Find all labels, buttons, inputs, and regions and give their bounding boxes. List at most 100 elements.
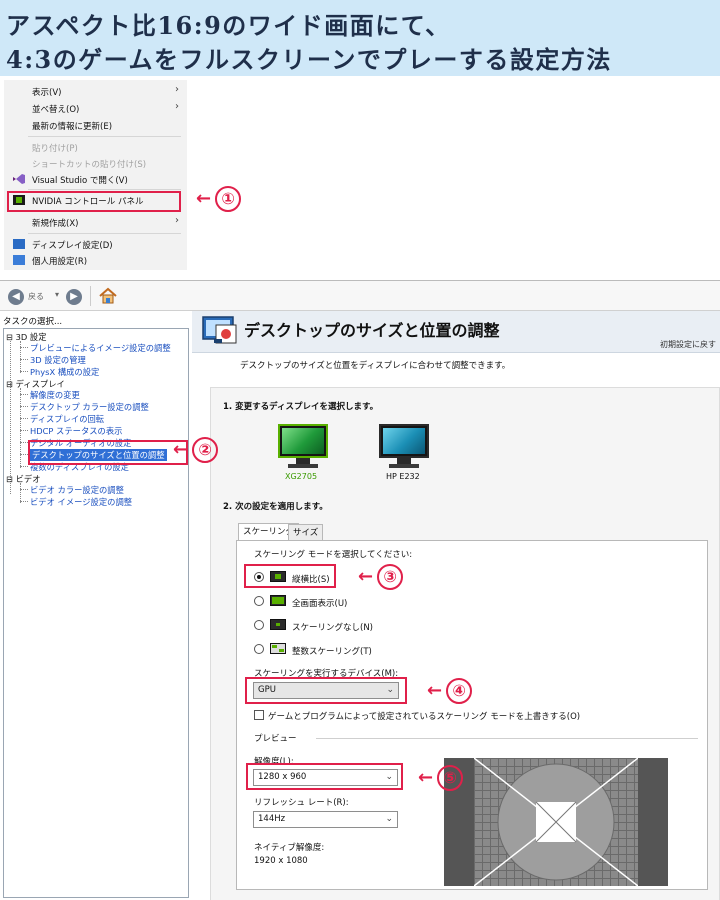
highlight-box-1 [7,191,181,212]
menu-item-refresh[interactable]: 最新の情報に更新(E) [32,120,112,132]
scaling-preview-image [444,758,668,886]
label-full-screen[interactable]: 全画面表示(U) [292,597,347,609]
display-settings-icon [13,239,25,249]
banner-title-line-2: 4:3のゲームをフルスクリーンでプレーする設定方法 [6,45,612,74]
callout-arrow-icon: ← [173,439,189,460]
label-no-scaling[interactable]: スケーリングなし(N) [292,621,373,633]
personalize-icon [13,255,25,265]
menu-item-display-settings[interactable]: ディスプレイ設定(D) [32,239,113,251]
restore-defaults-link[interactable]: 初期設定に戻す [660,339,716,350]
monitor-base [288,464,318,468]
section-select-display: 1. 変更するディスプレイを選択します。 [223,402,379,412]
override-scaling-checkbox[interactable] [254,710,264,720]
integer-scaling-icon-mark [279,649,284,652]
toolbar-separator [90,286,91,306]
back-label[interactable]: 戻る [28,291,44,302]
tree-item-desktop-color[interactable]: デスクトップ カラー設定の調整 [30,401,149,413]
callout-number: ⑤ [437,765,464,791]
tree-line [20,406,28,407]
home-icon[interactable] [98,286,118,306]
callout-4: ← ④ [427,678,473,704]
full-screen-icon-mark [272,597,284,604]
monitor-base [389,464,419,468]
tree-item-rotate[interactable]: ディスプレイの回転 [30,413,104,425]
refresh-rate-label: リフレッシュ レート(R): [254,798,349,808]
monitor-label-hp-e232[interactable]: HP E232 [386,472,420,481]
callout-5: ← ⑤ [418,765,464,791]
highlight-box-5 [246,763,403,790]
submenu-arrow-icon: › [175,215,179,226]
preview-right-bar [638,758,668,886]
native-resolution-label: ネイティブ解像度: [254,843,325,853]
tree-item-preview-image[interactable]: プレビューによるイメージ設定の調整 [30,342,171,354]
menu-item-open-visual-studio[interactable]: Visual Studio で開く(V) [32,174,128,186]
page-title: デスクトップのサイズと位置の調整 [244,321,500,340]
monitor-label-xg2705[interactable]: XG2705 [285,472,317,481]
full-screen-icon [270,595,286,606]
tree-item-video-color[interactable]: ビデオ カラー設定の調整 [30,484,124,496]
menu-separator [28,233,181,234]
menu-item-new[interactable]: 新規作成(X) [32,217,78,229]
tree-line [20,341,21,373]
monitor-screen-fill [383,428,425,454]
preview-test-pattern [474,758,638,886]
chevron-down-icon: ⌄ [385,814,393,824]
radio-no-scaling[interactable] [254,620,264,630]
radio-integer-scaling[interactable] [254,644,264,654]
monitor-hp-e232[interactable] [379,424,429,468]
callout-arrow-icon: ← [196,188,212,209]
tree-line [20,442,28,443]
desktop-size-icon [202,315,238,347]
banner-title-line-1: アスペクト比16:9のワイド画面にて、 [6,11,451,40]
callout-number: ④ [446,678,473,704]
tree-item-3d-manage[interactable]: 3D 設定の管理 [30,354,86,366]
submenu-arrow-icon: › [175,101,179,112]
tree-item-resolution[interactable]: 解像度の変更 [30,389,80,401]
menu-item-personalize[interactable]: 個人用設定(R) [32,255,87,267]
no-scaling-icon-mark [276,623,280,626]
refresh-rate-value: 144Hz [258,814,286,824]
menu-item-view[interactable]: 表示(V) [32,86,61,98]
radio-full-screen[interactable] [254,596,264,606]
tree-line [20,394,28,395]
highlight-box-4 [245,677,407,704]
task-pane: タスクの選択... ⊟ 3D 設定 プレビューによるイメージ設定の調整 3D 設… [0,311,192,900]
highlight-box-2 [28,440,188,465]
callout-3: ← ③ [358,564,404,590]
tree-line [20,430,28,431]
page-header: デスクトップのサイズと位置の調整 初期設定に戻す [192,311,720,353]
menu-separator [28,189,181,190]
task-pane-header: タスクの選択... [3,317,63,327]
integer-scaling-icon-mark [272,645,277,648]
tree-line [20,418,28,419]
tree-item-hdcp[interactable]: HDCP ステータスの表示 [30,425,122,437]
tab-size[interactable]: サイズ [288,524,324,541]
tree-line [20,359,28,360]
menu-item-sort[interactable]: 並べ替え(O) [32,103,79,115]
desktop-context-menu: 表示(V) › 並べ替え(O) › 最新の情報に更新(E) 貼り付け(P) ショ… [4,80,187,270]
tree-line [10,341,11,494]
callout-number: ② [192,437,219,463]
toolbar: ◀ 戻る ▾ ▶ [0,281,720,311]
menu-separator [28,136,181,137]
callout-arrow-icon: ← [358,566,374,587]
dropdown-arrow-icon[interactable]: ▾ [55,290,59,299]
tree-line [20,454,28,455]
tree-line [20,466,28,467]
monitor-xg2705[interactable] [278,424,328,468]
scaling-mode-prompt: スケーリング モードを選択してください: [254,550,413,560]
callout-number: ③ [377,564,404,590]
native-resolution-value: 1920 x 1080 [254,856,308,866]
visual-studio-icon [13,174,25,184]
tree-line [20,483,21,503]
forward-icon[interactable]: ▶ [66,289,82,305]
back-icon[interactable]: ◀ [8,289,24,305]
label-integer-scaling[interactable]: 整数スケーリング(T) [292,645,372,657]
tree-item-physx[interactable]: PhysX 構成の設定 [30,366,99,378]
callout-2: ← ② [173,437,219,463]
submenu-arrow-icon: › [175,84,179,95]
refresh-rate-select[interactable]: 144Hz ⌄ [253,811,398,828]
tree-line [20,501,28,502]
override-scaling-label[interactable]: ゲームとプログラムによって設定されているスケーリング モードを上書きする(O) [268,710,580,722]
tree-item-video-image[interactable]: ビデオ イメージ設定の調整 [30,496,132,508]
